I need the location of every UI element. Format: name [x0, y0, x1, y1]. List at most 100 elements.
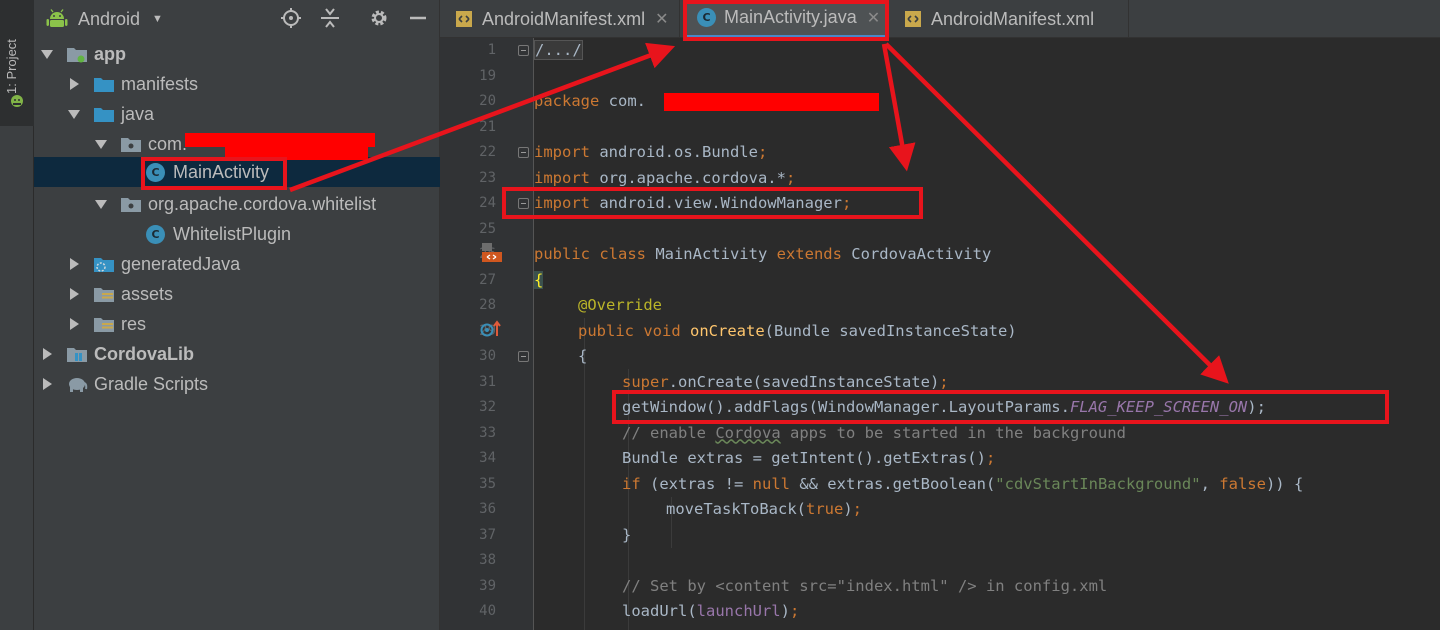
tree-item-whitelist-package[interactable]: org.apache.cordova.whitelist: [34, 189, 440, 219]
highlight-box-import: [502, 187, 923, 219]
collapsed-arrow-icon[interactable]: [40, 347, 54, 361]
code-area[interactable]: /.../ package com.; import android.os.Bu…: [534, 38, 1440, 630]
package-icon: [120, 194, 142, 214]
line-number: 23: [479, 169, 496, 186]
tree-item-label: assets: [121, 283, 174, 304]
collapsed-arrow-icon[interactable]: [40, 377, 54, 391]
line-number: 37: [479, 526, 496, 543]
tree-item-java[interactable]: java: [34, 99, 440, 129]
tree-item-assets[interactable]: assets: [34, 279, 440, 309]
module-folder-icon: [66, 44, 88, 64]
collapsed-arrow-icon[interactable]: [67, 257, 81, 271]
resource-folder-icon: [93, 284, 115, 304]
editor-gutter: 1 19 20 21 22 23 24 25 26 27 28 29 30 31…: [440, 38, 534, 630]
tool-window-strip: 1: Project: [0, 0, 34, 630]
resource-folder-icon: [93, 314, 115, 334]
line-number: 32: [479, 399, 496, 415]
tree-item-whitelistplugin[interactable]: C WhitelistPlugin: [34, 219, 440, 249]
tree-item-label: manifests: [121, 73, 199, 94]
tab-label: AndroidManifest.xml: [931, 8, 1095, 29]
highlight-box-addflags: [612, 390, 1389, 424]
tab-androidmanifest-1[interactable]: AndroidManifest.xml ✕: [440, 0, 680, 38]
xml-file-icon: [905, 11, 921, 27]
expand-arrow-icon[interactable]: [40, 47, 54, 61]
line-number: 36: [479, 501, 496, 517]
collapse-all-icon: [321, 8, 339, 28]
fold-marker-icon[interactable]: [518, 351, 529, 362]
tree-item-cordovalib[interactable]: CordovaLib: [34, 339, 440, 369]
tree-item-app[interactable]: app: [34, 39, 440, 69]
tree-item-label: generatedJava: [121, 253, 241, 274]
tree-item-label: com.: [148, 133, 188, 154]
code-line-40: loadUrl(launchUrl);: [622, 602, 800, 620]
code-line-36: moveTaskToBack(true);: [666, 500, 862, 518]
override-method-icon[interactable]: [480, 320, 502, 338]
xml-file-icon: [456, 11, 472, 27]
project-panel: Android ▼ app manifests java com. C Main…: [34, 0, 440, 630]
line-number: 38: [479, 552, 496, 568]
line-number: 40: [479, 603, 496, 619]
fold-marker-icon[interactable]: [518, 147, 529, 158]
editor-tab-bar: AndroidManifest.xml ✕ C MainActivity.jav…: [440, 0, 1440, 38]
tree-item-generatedjava[interactable]: generatedJava: [34, 249, 440, 279]
collapse-all-button[interactable]: [319, 7, 341, 29]
class-icon: C: [146, 224, 165, 244]
activity-gutter-icon[interactable]: [480, 241, 502, 263]
chevron-down-icon: ▼: [152, 13, 163, 25]
code-line-37: }: [622, 525, 632, 544]
collapsed-arrow-icon[interactable]: [67, 317, 81, 331]
code-line-27: {: [534, 270, 544, 289]
view-selector[interactable]: Android ▼: [46, 6, 163, 32]
tree-item-label: res: [121, 313, 147, 334]
close-icon[interactable]: ✕: [655, 9, 668, 29]
line-number: 1: [487, 42, 496, 58]
project-tool-tab[interactable]: 1: Project: [0, 0, 34, 126]
view-selector-label: Android: [78, 8, 141, 29]
gear-icon: [371, 10, 387, 26]
highlight-box-mainactivity: [141, 157, 287, 190]
collapsed-arrow-icon[interactable]: [67, 77, 81, 91]
code-line-1: /.../: [534, 38, 583, 64]
tree-item-label: WhitelistPlugin: [173, 223, 292, 244]
line-number: 35: [479, 475, 496, 492]
expand-arrow-icon[interactable]: [94, 197, 108, 211]
line-number: 21: [479, 118, 496, 135]
tab-androidmanifest-2[interactable]: AndroidManifest.xml: [889, 0, 1129, 38]
redaction-bar: [664, 93, 879, 111]
code-line-29: public void onCreate(Bundle savedInstanc…: [578, 321, 1017, 340]
project-panel-header: Android ▼: [34, 0, 440, 36]
android-icon: [46, 9, 68, 27]
project-tool-label: 1: Project: [4, 39, 19, 94]
minimize-icon: [410, 16, 426, 20]
line-number: 34: [479, 450, 496, 466]
tab-label: AndroidManifest.xml: [482, 8, 646, 29]
line-number: 25: [479, 220, 496, 237]
line-number: 22: [479, 144, 496, 160]
tree-item-res[interactable]: res: [34, 309, 440, 339]
line-number: 20: [479, 93, 496, 109]
tree-item-label: app: [94, 43, 127, 64]
redaction-bar: [185, 133, 375, 147]
hide-panel-button[interactable]: [407, 7, 429, 29]
folder-icon: [93, 74, 115, 94]
folded-header-comment[interactable]: /.../: [534, 40, 583, 60]
line-number: 30: [479, 348, 496, 364]
tree-item-manifests[interactable]: manifests: [34, 69, 440, 99]
gradle-elephant-icon: [66, 374, 88, 394]
code-line-26: public class MainActivity extends Cordov…: [534, 245, 992, 263]
fold-marker-icon[interactable]: [518, 45, 529, 56]
highlight-box-tab: [683, 0, 889, 41]
tree-item-label: Gradle Scripts: [94, 373, 209, 394]
expand-arrow-icon[interactable]: [67, 107, 81, 121]
settings-button[interactable]: [368, 7, 390, 29]
line-number: 24: [479, 195, 496, 211]
line-number: 33: [479, 424, 496, 441]
code-line-35: if (extras != null && extras.getBoolean(…: [622, 474, 1304, 493]
expand-arrow-icon[interactable]: [94, 137, 108, 151]
collapsed-arrow-icon[interactable]: [67, 287, 81, 301]
tree-item-gradle-scripts[interactable]: Gradle Scripts: [34, 369, 440, 399]
library-module-icon: [66, 344, 88, 364]
code-line-39: // Set by <content src="index.html" /> i…: [622, 576, 1108, 595]
line-number: 31: [479, 373, 496, 390]
locate-file-button[interactable]: [280, 7, 302, 29]
